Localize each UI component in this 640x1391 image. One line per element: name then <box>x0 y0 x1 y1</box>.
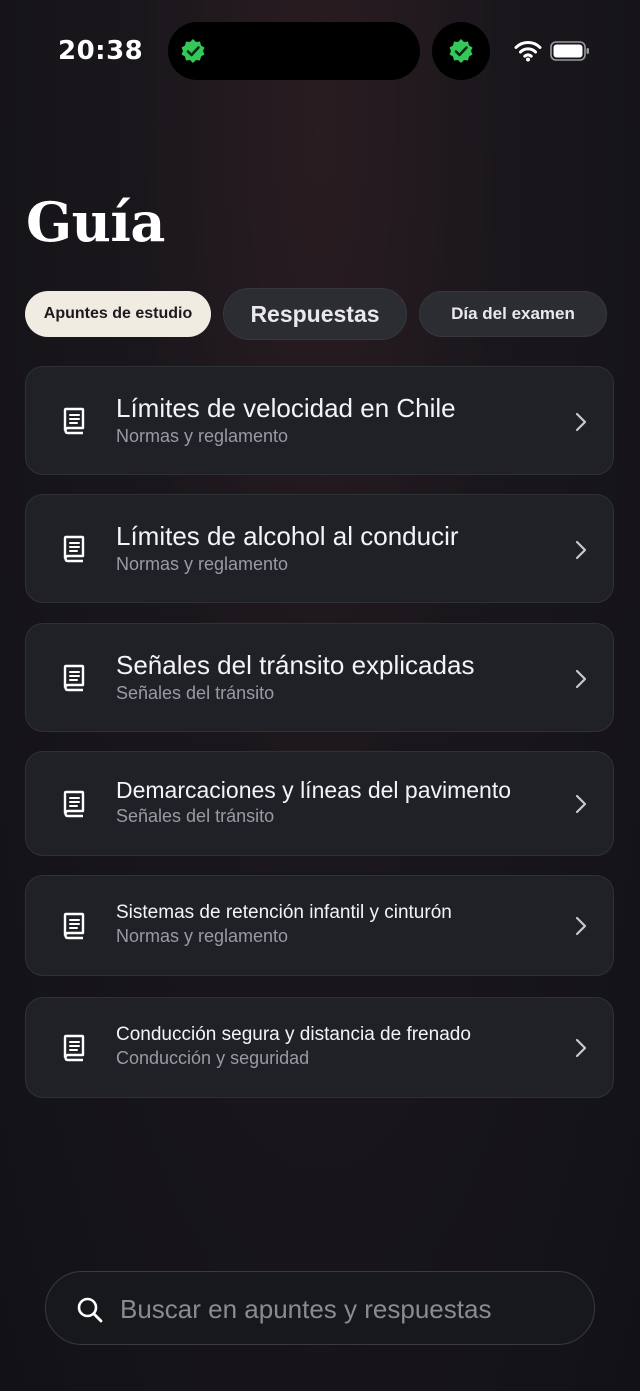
card-text: Límites de velocidad en Chile Normas y r… <box>116 393 553 447</box>
tab-label: Respuestas <box>250 300 380 327</box>
chevron-right-icon <box>575 540 587 560</box>
card-text: Límites de alcohol al conducir Normas y … <box>116 521 553 575</box>
card-subtitle: Señales del tránsito <box>116 683 275 703</box>
guide-card[interactable]: Sistemas de retención infantil y cinturó… <box>25 875 614 976</box>
guide-card[interactable]: Límites de velocidad en Chile Normas y r… <box>25 366 614 475</box>
tab-exam-day[interactable]: Día del examen <box>419 291 607 337</box>
status-time: 20:38 <box>58 36 144 66</box>
book-icon <box>63 664 85 692</box>
chevron-right-icon <box>575 412 587 432</box>
book-icon <box>63 912 85 940</box>
tab-answers[interactable]: Respuestas <box>223 288 407 340</box>
dynamic-island <box>168 22 420 80</box>
status-bar: 20:38 <box>0 0 640 100</box>
book-icon <box>63 790 85 818</box>
card-subtitle: Conducción y seguridad <box>116 1048 310 1068</box>
card-subtitle: Normas y reglamento <box>116 426 289 446</box>
dynamic-island-dot <box>432 22 490 80</box>
page-title: Guía <box>26 190 165 254</box>
card-title: Demarcaciones y líneas del pavimento <box>116 777 512 803</box>
battery-icon <box>550 41 589 61</box>
guide-card[interactable]: Demarcaciones y líneas del pavimento Señ… <box>25 751 614 856</box>
card-title: Sistemas de retención infantil y cinturó… <box>116 902 452 923</box>
tab-study-notes[interactable]: Apuntes de estudio <box>25 291 211 337</box>
guide-card[interactable]: Conducción segura y distancia de frenado… <box>25 997 614 1098</box>
card-text: Conducción segura y distancia de frenado… <box>116 1024 553 1069</box>
verified-badge-icon <box>449 39 473 63</box>
tab-bar: Apuntes de estudio Respuestas Día del ex… <box>25 288 625 340</box>
chevron-right-icon <box>575 669 587 689</box>
card-text: Demarcaciones y líneas del pavimento Señ… <box>116 777 553 827</box>
search-bar[interactable] <box>45 1271 595 1345</box>
card-title: Límites de velocidad en Chile <box>116 393 456 423</box>
card-title: Señales del tránsito explicadas <box>116 650 475 680</box>
guide-card[interactable]: Límites de alcohol al conducir Normas y … <box>25 494 614 603</box>
book-icon <box>63 407 85 435</box>
guide-card[interactable]: Señales del tránsito explicadas Señales … <box>25 623 614 732</box>
tab-label: Día del examen <box>451 304 575 323</box>
wifi-icon <box>514 41 542 62</box>
card-subtitle: Normas y reglamento <box>116 554 289 574</box>
card-title: Límites de alcohol al conducir <box>116 521 459 551</box>
tab-label: Apuntes de estudio <box>43 305 193 322</box>
book-icon <box>63 1034 85 1062</box>
card-subtitle: Señales del tránsito <box>116 806 275 826</box>
verified-badge-icon <box>181 39 205 63</box>
book-icon <box>63 535 85 563</box>
search-icon <box>77 1297 103 1323</box>
chevron-right-icon <box>575 1038 587 1058</box>
card-text: Sistemas de retención infantil y cinturó… <box>116 902 553 947</box>
card-text: Señales del tránsito explicadas Señales … <box>116 650 553 704</box>
card-title: Conducción segura y distancia de frenado <box>116 1024 471 1045</box>
chevron-right-icon <box>575 794 587 814</box>
card-subtitle: Normas y reglamento <box>116 926 289 946</box>
search-input[interactable] <box>118 1286 572 1332</box>
chevron-right-icon <box>575 916 587 936</box>
